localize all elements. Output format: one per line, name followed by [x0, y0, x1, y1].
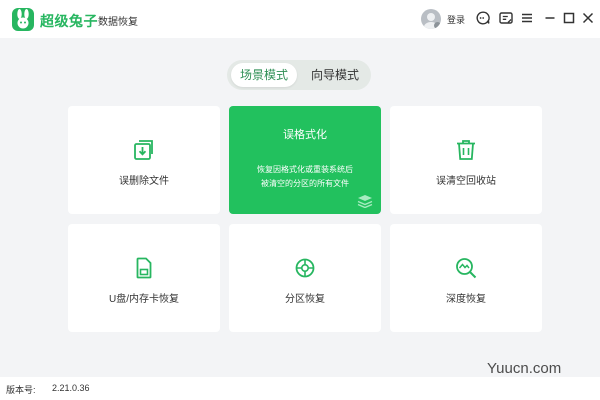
card-partition-recovery[interactable]: 分区恢复: [229, 224, 381, 332]
card-label: U盘/内存卡恢复: [109, 294, 179, 305]
watermark-text: Yuucn.com: [487, 360, 562, 377]
status-bar: 版本号: 2.21.0.36: [0, 377, 600, 400]
layers-icon: [357, 195, 373, 208]
version-label: 版本号:: [6, 385, 36, 395]
rabbit-logo-icon: [12, 8, 34, 31]
app-name: 超级兔子: [40, 13, 98, 29]
feedback-icon[interactable]: [498, 10, 514, 26]
version-value: 2.21.0.36: [52, 383, 90, 393]
card-deep-recovery[interactable]: 深度恢复: [390, 224, 542, 332]
app-subtitle: 数据恢复: [98, 17, 138, 28]
tab-scene-mode[interactable]: 场景模式: [231, 63, 297, 87]
maximize-icon[interactable]: [561, 10, 577, 26]
card-label: 深度恢复: [446, 294, 486, 305]
mode-tabs: 场景模式 向导模式: [227, 60, 371, 90]
minimize-icon[interactable]: [542, 10, 558, 26]
card-deleted-files[interactable]: 误删除文件: [68, 106, 220, 214]
card-format-recovery[interactable]: 误格式化 恢复因格式化或重装系统后 被清空的分区的所有文件: [229, 106, 381, 214]
deep-scan-icon: [456, 258, 477, 279]
sd-card-icon: [136, 257, 152, 279]
close-icon[interactable]: [580, 10, 596, 26]
card-label: 误清空回收站: [436, 176, 496, 187]
card-label: 误删除文件: [119, 176, 169, 187]
login-link[interactable]: 登录: [447, 13, 465, 26]
card-usb-sd-recovery[interactable]: U盘/内存卡恢复: [68, 224, 220, 332]
partition-icon: [295, 258, 315, 278]
card-description: 恢复因格式化或重装系统后 被清空的分区的所有文件: [257, 165, 353, 188]
user-badge-icon: [434, 22, 441, 29]
recycle-bin-icon: [457, 140, 475, 160]
card-label: 分区恢复: [285, 294, 325, 305]
card-recycle-bin[interactable]: 误清空回收站: [390, 106, 542, 214]
title-bar: 超级兔子 数据恢复 登录: [0, 0, 600, 38]
file-restore-icon: [134, 140, 153, 160]
tab-wizard-mode[interactable]: 向导模式: [303, 63, 367, 87]
menu-icon[interactable]: [519, 10, 535, 26]
card-title: 误格式化: [283, 129, 327, 141]
user-avatar[interactable]: [421, 9, 441, 29]
support-chat-icon[interactable]: [475, 10, 491, 26]
